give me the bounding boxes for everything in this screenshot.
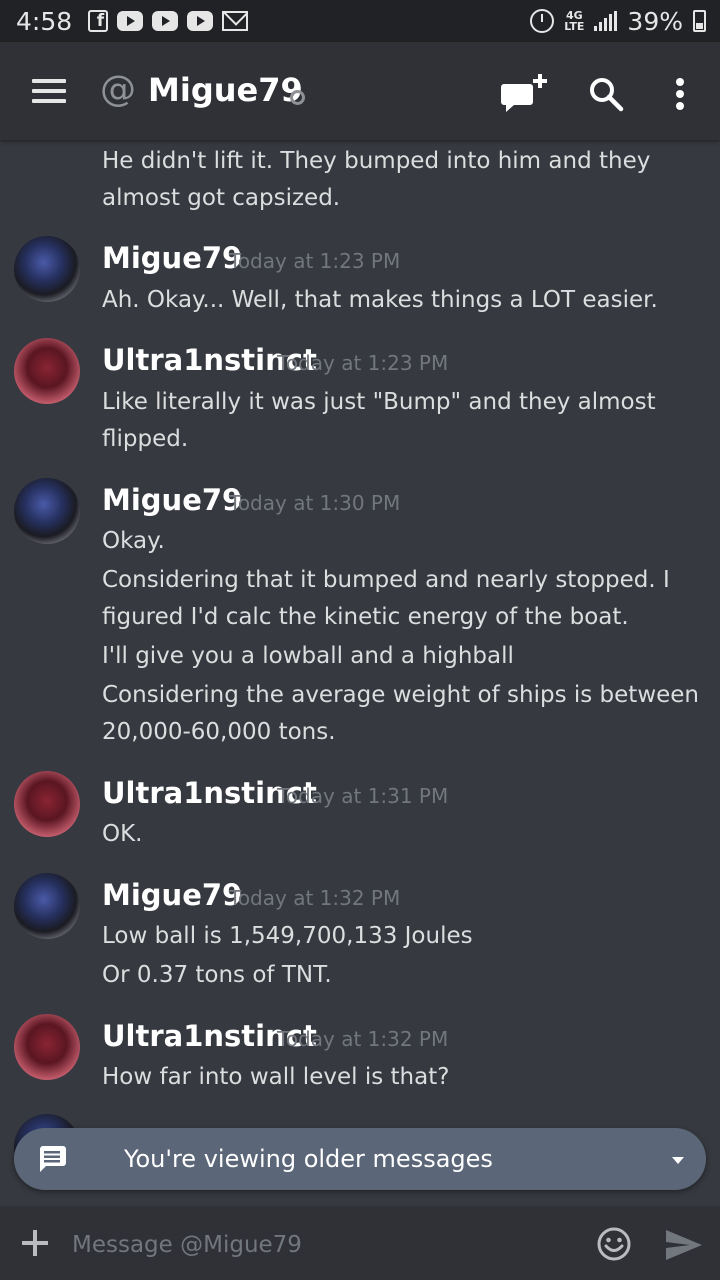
message-text: Ah. Okay... Well, that makes things a LO… (102, 287, 658, 313)
message-text: Considering that it bumped and nearly st… (102, 567, 670, 593)
app-bar: @ Migue79 (0, 42, 720, 140)
message-text: almost got capsized. (102, 185, 341, 211)
message-author[interactable]: Migue79 (102, 877, 242, 913)
message-author[interactable]: Migue79 (102, 240, 242, 276)
system-icons: 4G LTE 39% (530, 0, 706, 42)
battery-icon (693, 10, 706, 32)
message-text: How far into wall level is that? (102, 1064, 450, 1090)
message-composer (0, 1206, 720, 1280)
message-input[interactable] (70, 1226, 574, 1264)
message-text: flipped. (102, 426, 189, 452)
search-icon[interactable] (588, 76, 624, 112)
message-timestamp: Today at 1:30 PM (229, 491, 401, 515)
notification-icons: f (88, 10, 249, 32)
offline-status-icon (290, 90, 305, 105)
message-icon (40, 1146, 66, 1172)
page-title[interactable]: Migue79 (148, 70, 303, 110)
message-text: OK. (102, 821, 143, 847)
message-author[interactable]: Migue79 (102, 482, 242, 518)
message-text: Considering the average weight of ships … (102, 682, 700, 708)
message-text: Low ball is 1,549,700,133 Joules (102, 923, 473, 949)
network-subtype: LTE (564, 20, 585, 33)
at-icon: @ (100, 69, 136, 110)
message-text: Or 0.37 tons of TNT. (102, 962, 332, 988)
message-text: I'll give you a lowball and a highball (102, 643, 514, 669)
youtube-icon (152, 11, 179, 31)
avatar[interactable] (14, 771, 80, 837)
new-group-dm-icon[interactable] (500, 74, 548, 114)
status-bar: 4:58 f 4G LTE 39% (0, 0, 720, 42)
message-text: He didn't lift it. They bumped into him … (102, 148, 651, 174)
message-timestamp: Today at 1:31 PM (277, 784, 449, 808)
status-time: 4:58 (16, 6, 73, 36)
battery-percent: 39% (627, 6, 683, 36)
message-text: figured I'd calc the kinetic energy of t… (102, 604, 629, 630)
network-icon: 4G LTE (564, 10, 584, 32)
older-messages-bar[interactable]: You're viewing older messages (14, 1128, 706, 1190)
older-messages-label: You're viewing older messages (124, 1145, 493, 1173)
chevron-down-icon[interactable] (672, 1157, 684, 1164)
avatar[interactable] (14, 236, 80, 302)
signal-icon (594, 11, 618, 31)
avatar[interactable] (14, 873, 80, 939)
gmail-icon (222, 11, 249, 31)
youtube-icon (187, 11, 214, 31)
alarm-icon (530, 9, 555, 33)
avatar[interactable] (14, 478, 80, 544)
emoji-icon[interactable] (596, 1226, 632, 1262)
more-options-icon[interactable] (668, 74, 692, 114)
message-text: Like literally it was just "Bump" and th… (102, 389, 656, 415)
add-attachment-icon[interactable] (22, 1230, 48, 1256)
facebook-icon: f (88, 10, 109, 32)
message-timestamp: Today at 1:32 PM (229, 886, 401, 910)
message-timestamp: Today at 1:23 PM (277, 351, 449, 375)
youtube-icon (117, 11, 144, 31)
avatar[interactable] (14, 1014, 80, 1080)
message-timestamp: Today at 1:23 PM (229, 249, 401, 273)
menu-icon[interactable] (32, 79, 66, 103)
message-text: 20,000-60,000 tons. (102, 719, 336, 745)
message-text: Okay. (102, 528, 165, 554)
message-timestamp: Today at 1:32 PM (277, 1027, 449, 1051)
avatar[interactable] (14, 338, 80, 404)
send-icon[interactable] (664, 1228, 704, 1262)
message-list[interactable]: He didn't lift it. They bumped into him … (0, 140, 720, 1206)
